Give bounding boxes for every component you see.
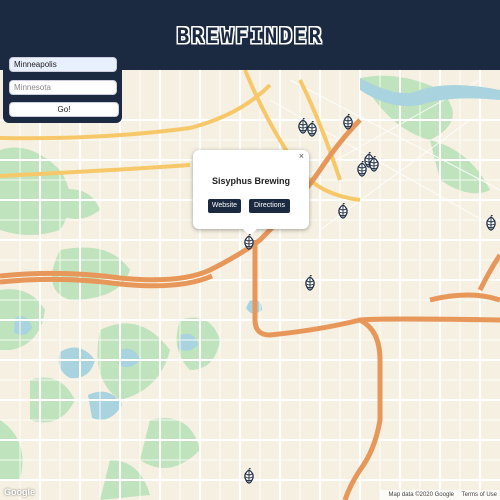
map-canvas[interactable]: × Sisyphus Brewing Website Directions Go… [0,70,500,500]
hop-icon[interactable] [485,215,497,231]
app-logo: BREWFINDER [176,24,324,48]
directions-button[interactable]: Directions [249,199,290,213]
hop-icon[interactable] [356,161,368,177]
hop-icon[interactable] [243,468,255,484]
map-background [0,70,500,500]
map-attribution: Map data ©2020 Google Terms of Use [379,490,500,500]
terms-link[interactable]: Terms of Use [462,492,497,498]
hop-icon[interactable] [368,156,380,172]
state-input[interactable]: Minnesota [9,80,117,95]
hop-icon[interactable] [337,203,349,219]
go-button[interactable]: Go! [9,102,119,117]
brewery-info-popup: × Sisyphus Brewing Website Directions [193,150,309,236]
city-input[interactable]: Minneapolis [9,57,117,72]
hop-icon[interactable] [243,234,255,250]
close-icon[interactable]: × [299,151,304,161]
hop-icon[interactable] [342,114,354,130]
hop-icon[interactable] [304,275,316,291]
map-data-text: Map data ©2020 Google [388,492,454,498]
hop-icon[interactable] [306,121,318,137]
google-logo: Google [4,487,35,497]
website-button[interactable]: Website [208,199,241,213]
search-panel: Minneapolis Minnesota Go! [3,52,122,123]
popup-brewery-name: Sisyphus Brewing [211,176,291,186]
